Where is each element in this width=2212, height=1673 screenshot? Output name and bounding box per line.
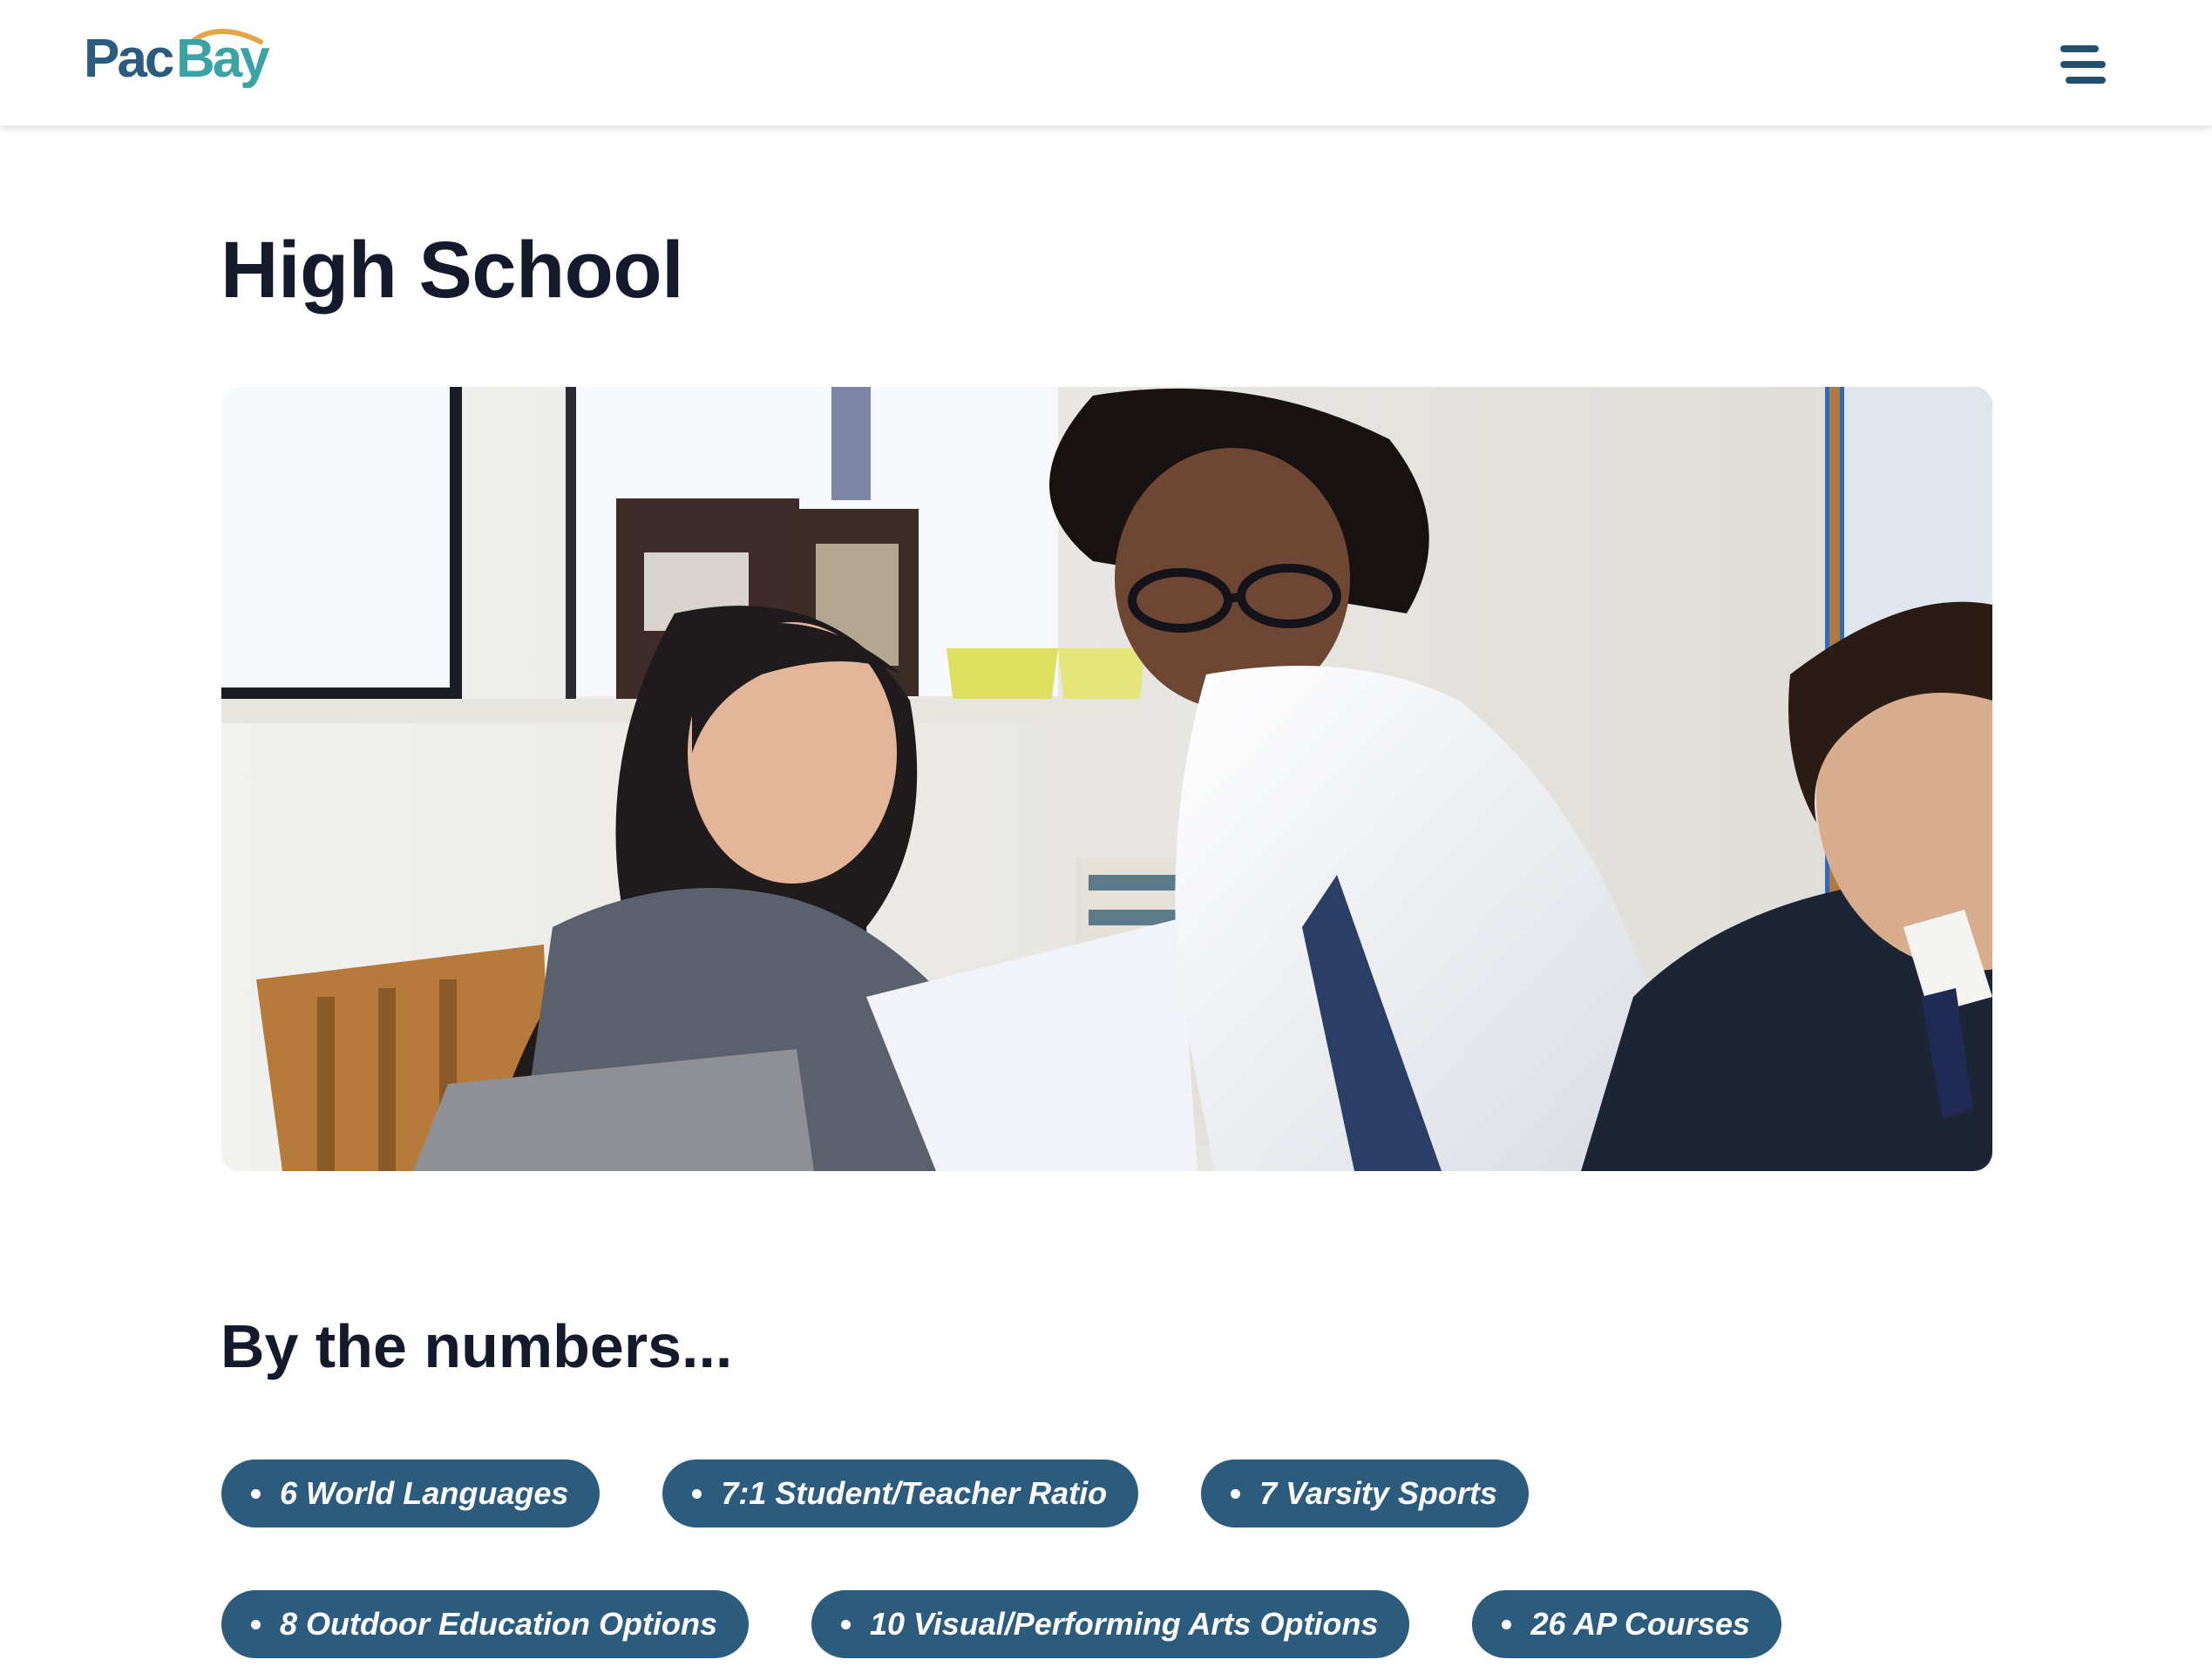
stat-pill-world-languages[interactable]: 6 World Languages [221, 1460, 600, 1527]
stat-pill-varsity-sports[interactable]: 7 Varsity Sports [1201, 1460, 1529, 1527]
bullet-icon [251, 1619, 261, 1629]
stat-label: 7 Varsity Sports [1259, 1475, 1497, 1511]
bullet-icon [692, 1488, 702, 1499]
bullet-icon [1502, 1619, 1512, 1629]
stats-row-2: 8 Outdoor Education Options 10 Visual/Pe… [221, 1590, 1781, 1658]
stats-row-1: 6 World Languages 7:1 Student/Teacher Ra… [221, 1460, 1529, 1527]
menu-button[interactable] [2057, 38, 2121, 91]
stat-pill-visual-performing-arts[interactable]: 10 Visual/Performing Arts Options [811, 1590, 1410, 1658]
bullet-icon [1231, 1488, 1241, 1499]
pacbay-logo[interactable]: Pac Bay [84, 23, 275, 94]
by-the-numbers-heading: By the numbers... [221, 1312, 733, 1380]
stat-pill-outdoor-education[interactable]: 8 Outdoor Education Options [221, 1590, 749, 1658]
stat-label: 10 Visual/Performing Arts Options [869, 1606, 1379, 1642]
students-photo-illustration [221, 387, 1992, 1171]
page-title: High School [221, 226, 684, 315]
site-header: Pac Bay [0, 0, 2212, 125]
bullet-icon [840, 1619, 851, 1629]
pacbay-logo-icon: Pac Bay [84, 29, 273, 89]
stat-label: 7:1 Student/Teacher Ratio [721, 1475, 1108, 1511]
bullet-icon [251, 1488, 261, 1499]
hamburger-menu-icon [2060, 45, 2106, 84]
stat-pill-ap-courses[interactable]: 26 AP Courses [1472, 1590, 1781, 1658]
stat-label: 6 World Languages [280, 1475, 569, 1511]
svg-text:Pac: Pac [84, 29, 173, 89]
stat-pill-student-teacher-ratio[interactable]: 7:1 Student/Teacher Ratio [662, 1460, 1139, 1527]
hero-image [221, 387, 1992, 1171]
svg-text:Bay: Bay [176, 29, 270, 89]
stat-label: 26 AP Courses [1530, 1606, 1750, 1642]
stat-label: 8 Outdoor Education Options [280, 1606, 717, 1642]
